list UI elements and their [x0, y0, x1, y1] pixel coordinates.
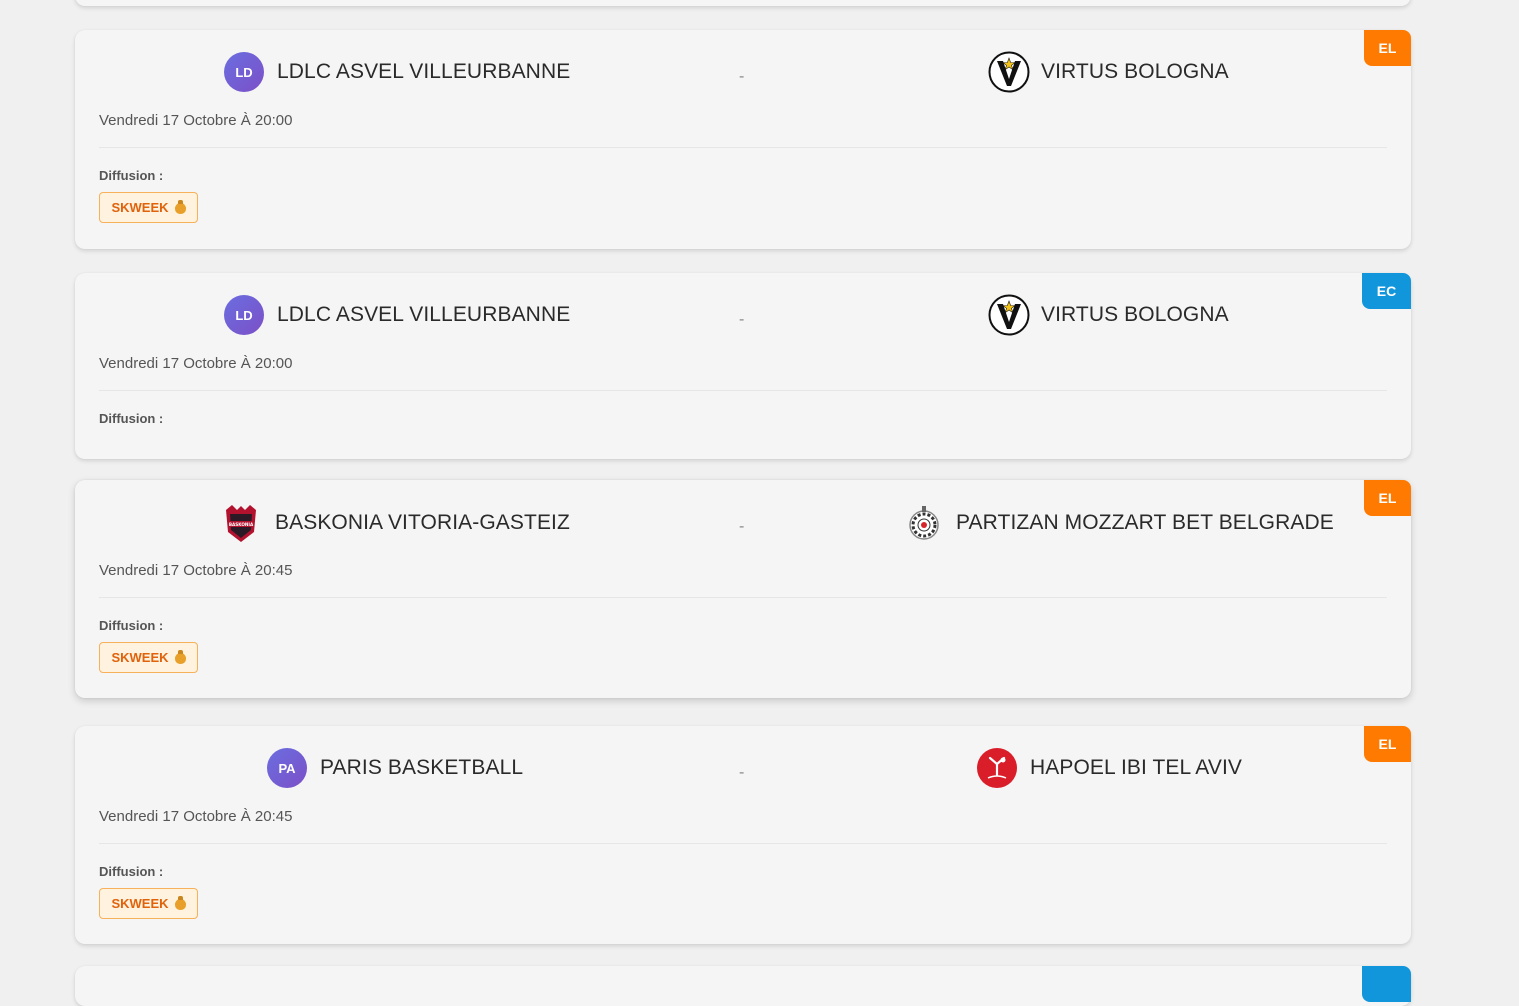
home-team-name: BASKONIA VITORIA-GASTEIZ: [275, 511, 570, 534]
home-team[interactable]: LD LDLC ASVEL VILLEURBANNE: [224, 52, 570, 92]
divider: [99, 147, 1387, 148]
competition-badge: EL: [1364, 480, 1411, 516]
away-team-name: VIRTUS BOLOGNA: [1041, 303, 1229, 326]
score-separator: -: [739, 518, 745, 535]
match-datetime: Vendredi 17 Octobre À 20:00: [99, 355, 293, 372]
competition-badge: EL: [1364, 726, 1411, 762]
broadcast-label: Diffusion :: [99, 168, 164, 183]
away-team[interactable]: PARTIZAN MOZZART BET BELGRADE: [903, 503, 1334, 543]
team-avatar: LD: [224, 295, 264, 335]
broadcast-label: Diffusion :: [99, 864, 164, 879]
broadcast-chip-label: SKWEEK: [111, 200, 169, 215]
divider: [99, 390, 1387, 391]
partizan-logo-icon: [909, 506, 939, 540]
broadcast-label: Diffusion :: [99, 411, 164, 426]
svg-text:BASKONIA: BASKONIA: [229, 522, 254, 527]
competition-badge: [1362, 966, 1411, 1002]
money-bag-icon: [174, 650, 186, 664]
hapoel-logo-icon: [977, 748, 1017, 788]
money-bag-icon: [174, 200, 186, 214]
home-team[interactable]: BASKONIA BASKONIA VITORIA-GASTEIZ: [220, 503, 570, 543]
away-team-name: PARTIZAN MOZZART BET BELGRADE: [956, 511, 1334, 534]
match-card[interactable]: EL PA PARIS BASKETBALL - HAPOEL IBI TEL …: [75, 726, 1411, 944]
home-team-name: LDLC ASVEL VILLEURBANNE: [277, 60, 571, 83]
competition-badge: EL: [1364, 30, 1411, 66]
away-team[interactable]: VIRTUS BOLOGNA: [988, 51, 1229, 93]
match-datetime: Vendredi 17 Octobre À 20:00: [99, 112, 293, 129]
score-separator: -: [739, 764, 745, 781]
virtus-bologna-logo-icon: [988, 294, 1030, 336]
virtus-bologna-logo-icon: [988, 51, 1030, 93]
broadcast-label: Diffusion :: [99, 618, 164, 633]
divider: [99, 843, 1387, 844]
team-avatar: PA: [267, 748, 307, 788]
broadcast-chip-skweek[interactable]: SKWEEK: [99, 192, 198, 223]
team-avatar: LD: [224, 52, 264, 92]
away-team[interactable]: VIRTUS BOLOGNA: [988, 294, 1229, 336]
away-team-name: VIRTUS BOLOGNA: [1041, 60, 1229, 83]
broadcast-chip-skweek[interactable]: SKWEEK: [99, 888, 198, 919]
match-card[interactable]: EL BASKONIA BASKONIA VITORIA-GASTEIZ - P…: [75, 480, 1411, 698]
broadcast-chip-skweek[interactable]: SKWEEK: [99, 642, 198, 673]
score-separator: -: [739, 311, 745, 328]
match-card[interactable]: EL LD LDLC ASVEL VILLEURBANNE - VIRTUS B…: [75, 30, 1411, 249]
divider: [99, 597, 1387, 598]
home-team[interactable]: PA PARIS BASKETBALL: [267, 748, 523, 788]
broadcast-chip-label: SKWEEK: [111, 896, 169, 911]
match-card-partial-top: [75, 0, 1411, 6]
home-team[interactable]: LD LDLC ASVEL VILLEURBANNE: [224, 295, 570, 335]
home-team-name: PARIS BASKETBALL: [320, 756, 524, 779]
money-bag-icon: [174, 896, 186, 910]
score-separator: -: [739, 68, 745, 85]
away-team-name: HAPOEL IBI TEL AVIV: [1030, 756, 1242, 779]
match-card-partial-bottom: [75, 966, 1411, 1006]
match-card[interactable]: EC LD LDLC ASVEL VILLEURBANNE - VIRTUS B…: [75, 273, 1411, 459]
home-team-name: LDLC ASVEL VILLEURBANNE: [277, 303, 571, 326]
broadcast-chip-label: SKWEEK: [111, 650, 169, 665]
match-datetime: Vendredi 17 Octobre À 20:45: [99, 808, 293, 825]
match-datetime: Vendredi 17 Octobre À 20:45: [99, 562, 293, 579]
away-team[interactable]: HAPOEL IBI TEL AVIV: [976, 748, 1242, 788]
competition-badge: EC: [1362, 273, 1411, 309]
baskonia-logo-icon: BASKONIA: [226, 505, 256, 542]
